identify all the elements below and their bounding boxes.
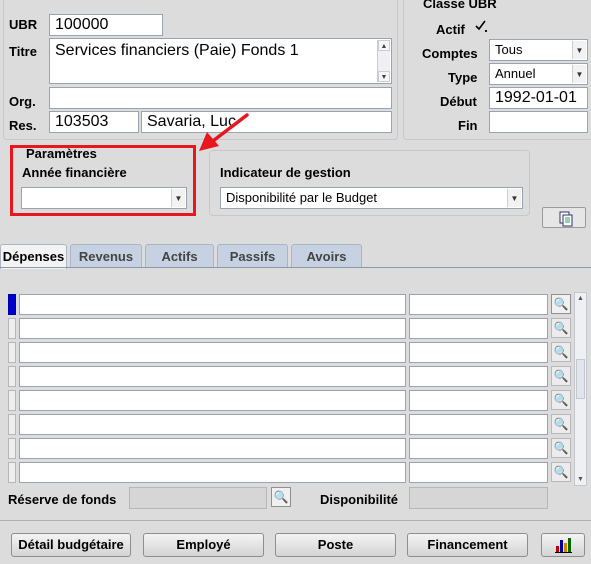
tab-divider (0, 267, 591, 268)
chevron-down-icon[interactable]: ▼ (507, 189, 521, 207)
chart-button[interactable] (541, 533, 585, 557)
actif-checkbox[interactable] (474, 19, 488, 33)
poste-button[interactable]: Poste (275, 533, 396, 557)
type-select[interactable]: Annuel ▼ (489, 63, 588, 85)
attachment-icon (559, 211, 573, 227)
disponibilite-label: Disponibilité (320, 492, 398, 507)
org-label: Org. (9, 94, 36, 109)
grid-account-cell[interactable] (19, 390, 406, 411)
magnifier-icon[interactable]: 🔍 (551, 342, 571, 362)
employe-button[interactable]: Employé (143, 533, 264, 557)
magnifier-icon[interactable]: 🔍 (551, 438, 571, 458)
titre-scrollbar[interactable]: ▲ ▼ (377, 40, 390, 82)
ubr-label: UBR (9, 17, 38, 32)
org-field[interactable] (49, 87, 392, 109)
res-label: Res. (9, 118, 37, 133)
button-bar-top (0, 520, 591, 521)
disponibilite-field (409, 487, 548, 509)
debut-label: Début (440, 94, 477, 109)
row-indicator[interactable] (8, 318, 16, 339)
grid-amount-cell[interactable] (409, 438, 548, 459)
comptes-select[interactable]: Tous ▼ (489, 39, 588, 61)
row-indicator[interactable] (8, 342, 16, 363)
grid-amount-cell[interactable] (409, 294, 548, 315)
chevron-down-icon[interactable]: ▼ (171, 189, 185, 207)
magnifier-icon[interactable]: 🔍 (551, 318, 571, 338)
financement-button[interactable]: Financement (407, 533, 528, 557)
parametres-title: Paramètres (26, 146, 97, 161)
type-label: Type (448, 70, 478, 85)
indicateur-value: Disponibilité par le Budget (226, 190, 378, 205)
res-name-field[interactable]: Savaria, Luc (141, 111, 392, 133)
reserve-label: Réserve de fonds (8, 492, 117, 507)
fin-label: Fin (458, 118, 478, 133)
titre-text: Services financiers (Paie) Fonds 1 (55, 42, 299, 59)
scroll-down-icon[interactable]: ▼ (575, 474, 586, 485)
titre-field[interactable]: Services financiers (Paie) Fonds 1 ▲ ▼ (49, 38, 392, 84)
tab-depenses[interactable]: Dépenses (0, 244, 67, 269)
tab-avoirs[interactable]: Avoirs (291, 244, 362, 268)
grid-amount-cell[interactable] (409, 414, 548, 435)
indicateur-label: Indicateur de gestion (220, 165, 351, 180)
tab-revenus[interactable]: Revenus (70, 244, 142, 268)
chevron-down-icon[interactable]: ▼ (572, 65, 586, 83)
attachment-button[interactable] (542, 207, 586, 228)
checkmark-icon (475, 20, 488, 33)
grid-amount-cell[interactable] (409, 342, 548, 363)
scroll-up-icon[interactable]: ▲ (575, 293, 586, 304)
grid-account-cell[interactable] (19, 462, 406, 483)
type-value: Annuel (495, 66, 536, 81)
grid-scrollbar[interactable]: ▲ ▼ (574, 292, 587, 486)
fin-field[interactable] (489, 111, 588, 133)
grid-account-cell[interactable] (19, 438, 406, 459)
magnifier-icon[interactable]: 🔍 (551, 294, 571, 314)
row-indicator[interactable] (8, 438, 16, 459)
row-indicator[interactable] (8, 366, 16, 387)
res-code-field[interactable]: 103503 (49, 111, 139, 133)
magnifier-icon[interactable]: 🔍 (551, 462, 571, 482)
titre-label: Titre (9, 44, 37, 59)
annotation-arrow-icon (199, 113, 249, 151)
grid-account-cell[interactable] (19, 318, 406, 339)
scroll-up-icon[interactable]: ▲ (378, 40, 390, 51)
grid-amount-cell[interactable] (409, 318, 548, 339)
magnifier-icon[interactable]: 🔍 (551, 366, 571, 386)
classe-ubr-title: Classe UBR (421, 0, 499, 11)
magnifier-icon[interactable]: 🔍 (551, 390, 571, 410)
row-indicator[interactable] (8, 294, 16, 315)
grid-account-cell[interactable] (19, 366, 406, 387)
actif-label: Actif (436, 22, 465, 37)
bar-chart-icon (555, 538, 572, 553)
tab-actifs[interactable]: Actifs (145, 244, 214, 268)
grid-account-cell[interactable] (19, 294, 406, 315)
tab-passifs[interactable]: Passifs (217, 244, 288, 268)
grid-account-cell[interactable] (19, 414, 406, 435)
chevron-down-icon[interactable]: ▼ (572, 41, 586, 59)
grid-amount-cell[interactable] (409, 366, 548, 387)
detail-budgetaire-button[interactable]: Détail budgétaire (11, 533, 131, 557)
grid-amount-cell[interactable] (409, 462, 548, 483)
debut-field[interactable]: 1992-01-01 (489, 87, 588, 109)
comptes-label: Comptes (422, 46, 478, 61)
annee-financiere-select[interactable]: ▼ (21, 187, 187, 209)
magnifier-icon[interactable]: 🔍 (271, 487, 291, 507)
magnifier-icon[interactable]: 🔍 (551, 414, 571, 434)
annee-financiere-label: Année financière (22, 165, 127, 180)
row-indicator[interactable] (8, 462, 16, 483)
ubr-field[interactable]: 100000 (49, 14, 163, 36)
scroll-thumb[interactable] (576, 359, 585, 399)
grid-amount-cell[interactable] (409, 390, 548, 411)
indicateur-select[interactable]: Disponibilité par le Budget ▼ (220, 187, 523, 209)
comptes-value: Tous (495, 42, 523, 57)
row-indicator[interactable] (8, 414, 16, 435)
scroll-down-icon[interactable]: ▼ (378, 71, 390, 82)
grid-account-cell[interactable] (19, 342, 406, 363)
row-indicator[interactable] (8, 390, 16, 411)
reserve-field[interactable] (129, 487, 267, 509)
